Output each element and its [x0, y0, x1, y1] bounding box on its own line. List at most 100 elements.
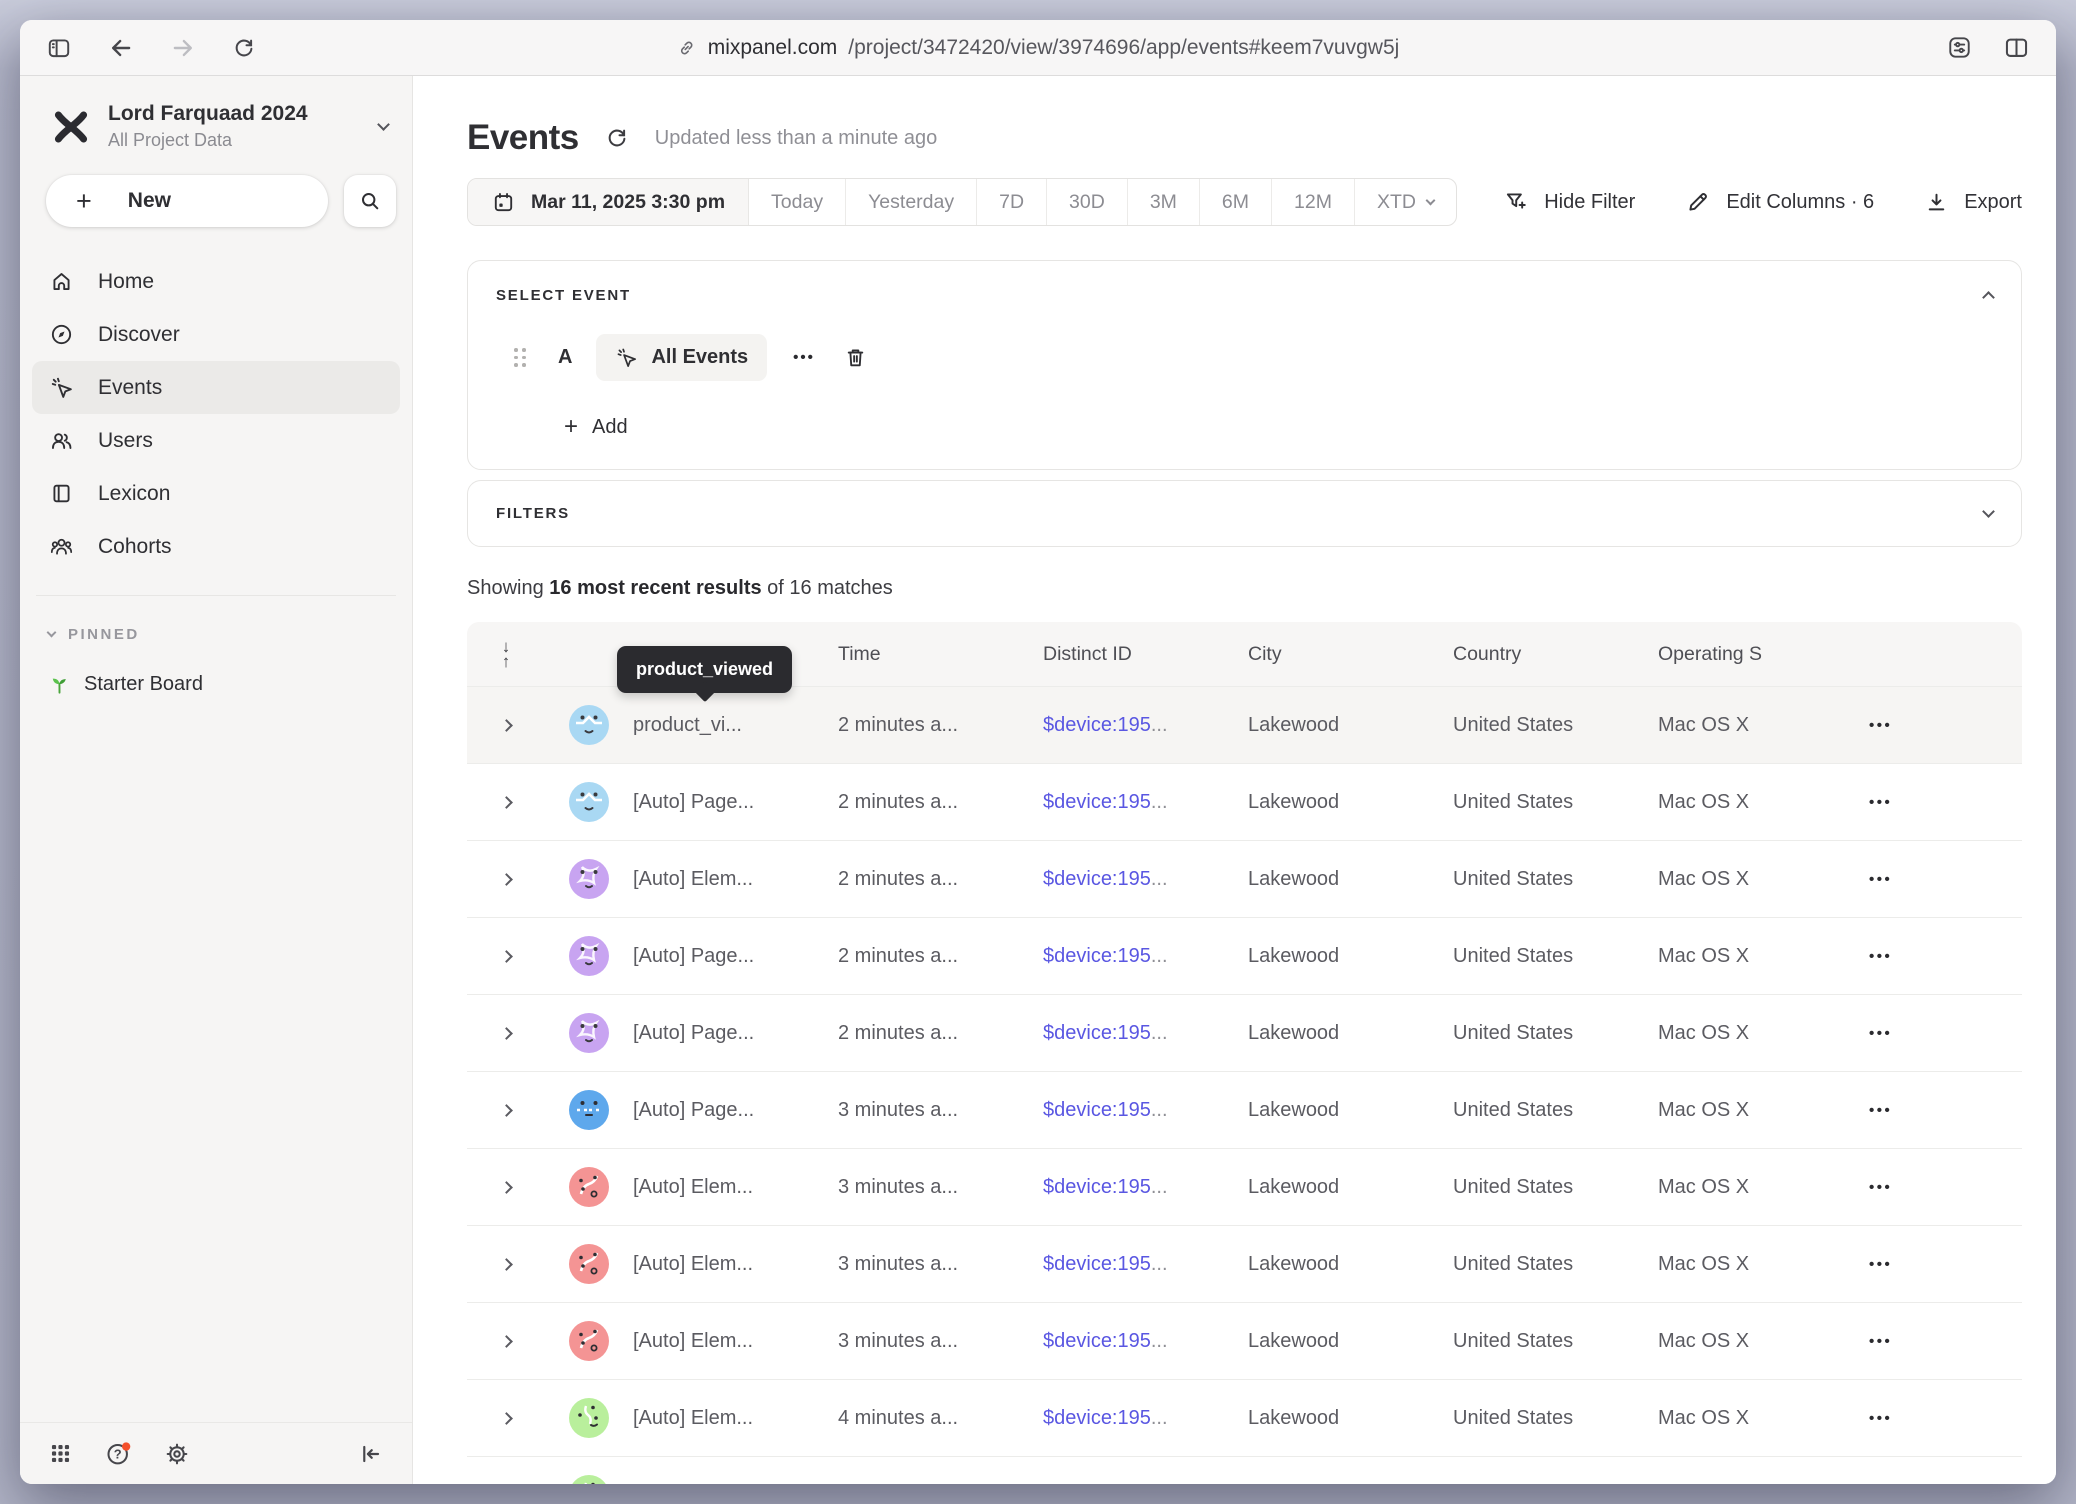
row-menu-icon[interactable]: ••• [1863, 1025, 2022, 1042]
column-header-city[interactable]: City [1248, 643, 1453, 666]
reload-button[interactable] [232, 36, 256, 60]
preset-6m[interactable]: 6M [1200, 179, 1272, 225]
row-menu-icon[interactable]: ••• [1863, 1256, 2022, 1273]
expand-row-icon[interactable] [500, 873, 513, 886]
preset-xtd[interactable]: XTD [1355, 179, 1456, 225]
row-menu-icon[interactable]: ••• [1863, 1179, 2022, 1196]
address-bar[interactable]: mixpanel.com/project/3472420/view/397469… [677, 36, 1400, 60]
split-view-icon[interactable] [2003, 34, 2030, 61]
settings-gear-icon[interactable] [164, 1441, 190, 1467]
apps-grid-icon[interactable] [48, 1441, 73, 1466]
hide-filter-button[interactable]: Hide Filter [1503, 189, 1635, 215]
help-icon[interactable]: ? [105, 1440, 132, 1467]
filters-header[interactable]: FILTERS [496, 505, 1993, 522]
filters-title: FILTERS [496, 505, 570, 522]
column-header-time[interactable]: Time [838, 643, 1043, 666]
page-settings-icon[interactable] [1946, 34, 1973, 61]
row-menu-icon[interactable]: ••• [1863, 871, 2022, 888]
series-label: A [558, 346, 572, 369]
column-header-country[interactable]: Country [1453, 643, 1658, 666]
distinct-id-link[interactable]: $device:195 [1043, 1176, 1151, 1198]
distinct-id-link[interactable]: $device:195 [1043, 1253, 1151, 1275]
os-cell: Mac OS X [1658, 1099, 1863, 1122]
table-row[interactable]: [Auto] Elem... 3 minutes a... $device:19… [467, 1148, 2022, 1225]
add-event-button[interactable]: + Add [496, 415, 1993, 439]
country-cell: United States [1453, 1022, 1658, 1045]
edit-columns-button[interactable]: Edit Columns · 6 [1685, 189, 1874, 215]
date-picker[interactable]: Mar 11, 2025 3:30 pm [468, 179, 749, 225]
collapse-sidebar-icon[interactable] [358, 1441, 384, 1467]
table-row[interactable]: [Auto] Elem... 4 minutes a... $device:19… [467, 1456, 2022, 1484]
expand-row-icon[interactable] [500, 1258, 513, 1271]
refresh-icon[interactable] [605, 126, 629, 150]
more-options-icon[interactable]: ••• [793, 349, 815, 366]
forward-button[interactable] [170, 35, 196, 61]
new-button[interactable]: + New [46, 175, 328, 227]
back-button[interactable] [108, 35, 134, 61]
distinct-id-link[interactable]: $device:195 [1043, 714, 1151, 736]
expand-row-icon[interactable] [500, 1181, 513, 1194]
sort-order-icon[interactable]: ↓↑ [502, 639, 511, 669]
table-row[interactable]: [Auto] Elem... 2 minutes a... $device:19… [467, 840, 2022, 917]
os-cell: Mac OS X [1658, 945, 1863, 968]
column-header-os[interactable]: Operating S [1658, 643, 1863, 666]
row-menu-icon[interactable]: ••• [1863, 1333, 2022, 1350]
sidebar-item-starter-board[interactable]: Starter Board [48, 673, 412, 696]
pinned-section-header[interactable]: PINNED [48, 626, 412, 643]
table-row[interactable]: [Auto] Elem... 4 minutes a... $device:19… [467, 1379, 2022, 1456]
preset-30d[interactable]: 30D [1047, 179, 1128, 225]
sidebar-toggle-icon[interactable] [46, 35, 72, 61]
drag-handle[interactable] [514, 348, 526, 367]
preset-7d[interactable]: 7D [977, 179, 1047, 225]
distinct-id-link[interactable]: $device:195 [1043, 1022, 1151, 1044]
city-cell: Lakewood [1248, 1330, 1453, 1353]
project-switcher[interactable]: Lord Farquaad 2024 All Project Data [50, 102, 388, 151]
expand-row-icon[interactable] [500, 796, 513, 809]
table-row[interactable]: [Auto] Page... 2 minutes a... $device:19… [467, 763, 2022, 840]
expand-row-icon[interactable] [500, 1104, 513, 1117]
table-row[interactable]: [Auto] Page... 2 minutes a... $device:19… [467, 917, 2022, 994]
distinct-id-link[interactable]: $device:195 [1043, 791, 1151, 813]
distinct-id-link[interactable]: $device:195 [1043, 945, 1151, 967]
column-header-distinct-id[interactable]: Distinct ID [1043, 643, 1248, 666]
event-series-row: A All Events ••• [496, 334, 1993, 381]
row-menu-icon[interactable]: ••• [1863, 1410, 2022, 1427]
distinct-id-link[interactable]: $device:195 [1043, 1330, 1151, 1352]
preset-12m[interactable]: 12M [1272, 179, 1355, 225]
time-cell: 2 minutes a... [838, 791, 1043, 814]
search-button[interactable] [344, 175, 396, 227]
distinct-id-link[interactable]: $device:195 [1043, 868, 1151, 890]
sidebar-item-cohorts[interactable]: Cohorts [32, 520, 400, 573]
sidebar-item-users[interactable]: Users [32, 414, 400, 467]
preset-3m[interactable]: 3M [1128, 179, 1200, 225]
export-button[interactable]: Export [1924, 190, 2022, 215]
expand-row-icon[interactable] [500, 1027, 513, 1040]
table-row[interactable]: [Auto] Page... 3 minutes a... $device:19… [467, 1071, 2022, 1148]
table-row[interactable]: [Auto] Elem... 3 minutes a... $device:19… [467, 1225, 2022, 1302]
row-menu-icon[interactable]: ••• [1863, 794, 2022, 811]
row-menu-icon[interactable]: ••• [1863, 717, 2022, 734]
distinct-id-link[interactable]: $device:195 [1043, 1484, 1151, 1485]
sidebar-item-lexicon[interactable]: Lexicon [32, 467, 400, 520]
distinct-id-link[interactable]: $device:195 [1043, 1099, 1151, 1121]
sidebar-item-discover[interactable]: Discover [32, 308, 400, 361]
expand-row-icon[interactable] [500, 1412, 513, 1425]
table-row[interactable]: [Auto] Page... 2 minutes a... $device:19… [467, 994, 2022, 1071]
event-chip[interactable]: All Events [596, 334, 767, 381]
preset-today[interactable]: Today [749, 179, 846, 225]
table-row[interactable]: [Auto] Elem... 3 minutes a... $device:19… [467, 1302, 2022, 1379]
sidebar-item-home[interactable]: Home [32, 255, 400, 308]
row-menu-icon[interactable]: ••• [1863, 1102, 2022, 1119]
preset-yesterday[interactable]: Yesterday [846, 179, 977, 225]
avatar [569, 859, 609, 899]
cohorts-icon [49, 534, 74, 559]
select-event-header[interactable]: SELECT EVENT [496, 287, 1993, 304]
row-menu-icon[interactable]: ••• [1863, 948, 2022, 965]
expand-row-icon[interactable] [500, 950, 513, 963]
distinct-id-link[interactable]: $device:195 [1043, 1407, 1151, 1429]
sidebar-item-events[interactable]: Events [32, 361, 400, 414]
trash-icon[interactable] [843, 345, 868, 370]
expand-row-icon[interactable] [500, 719, 513, 732]
date-picker-value: Mar 11, 2025 3:30 pm [531, 191, 725, 214]
expand-row-icon[interactable] [500, 1335, 513, 1348]
